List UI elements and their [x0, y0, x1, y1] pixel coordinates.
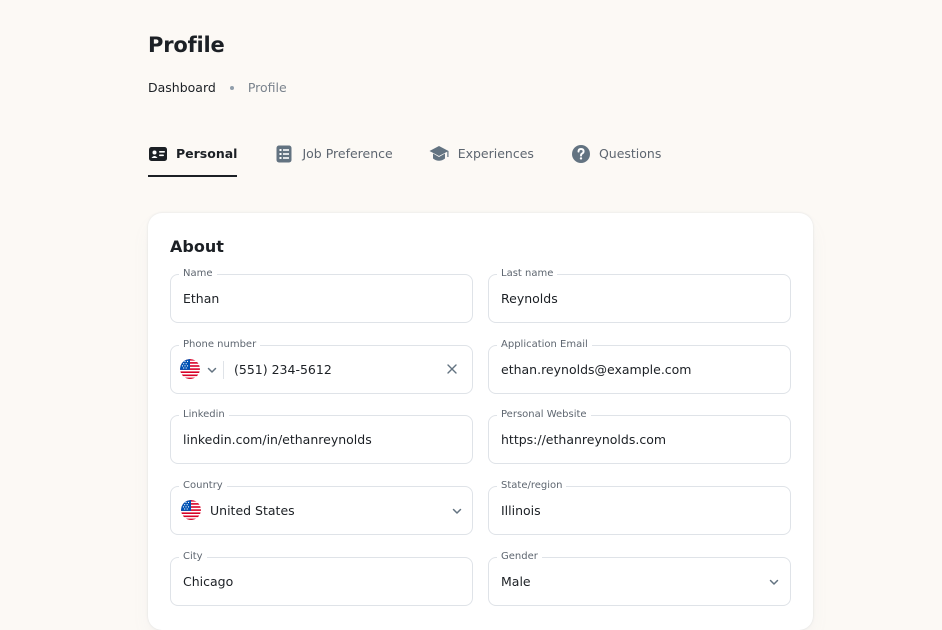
us-flag-icon	[180, 359, 200, 379]
personal-website-value: https://ethanreynolds.com	[501, 432, 667, 447]
country-label: Country	[179, 479, 227, 493]
application-email-value: ethan.reynolds@example.com	[501, 362, 692, 377]
tab-questions-label: Questions	[598, 146, 662, 161]
country-select[interactable]: Country United States	[170, 479, 473, 535]
application-email-label: Application Email	[497, 338, 592, 352]
state-region-field[interactable]: State/region Illinois	[488, 479, 791, 535]
phone-number-value: (551) 234-5612	[234, 362, 332, 377]
linkedin-value: linkedin.com/in/ethanreynolds	[183, 432, 372, 447]
city-label: City	[179, 550, 207, 564]
question-circle-icon	[571, 145, 590, 163]
graduation-cap-icon	[429, 146, 449, 161]
name-label: Name	[179, 267, 217, 281]
phone-country-select[interactable]	[171, 346, 221, 393]
tab-personal-label: Personal	[176, 146, 238, 161]
breadcrumb: Dashboard Profile	[148, 80, 287, 95]
tab-job-preference[interactable]: Job Preference	[274, 143, 393, 177]
breadcrumb-separator	[229, 85, 234, 90]
tab-experiences-label: Experiences	[457, 146, 534, 161]
phone-divider	[223, 361, 224, 379]
phone-number-field[interactable]: Phone number (551) 234-5612	[170, 338, 473, 394]
profile-page: Profile Dashboard Profile Personal Job P…	[0, 0, 942, 630]
tab-job-preference-label: Job Preference	[302, 146, 393, 161]
breadcrumb-current: Profile	[247, 80, 287, 95]
tab-questions[interactable]: Questions	[571, 143, 661, 177]
chevron-down-icon	[207, 367, 217, 373]
personal-website-field[interactable]: Personal Website https://ethanreynolds.c…	[488, 408, 791, 464]
last-name-label: Last name	[497, 267, 558, 281]
application-email-field[interactable]: Application Email ethan.reynolds@example…	[488, 338, 791, 394]
gender-select[interactable]: Gender Male	[488, 550, 791, 606]
list-icon	[276, 145, 292, 163]
tab-experiences[interactable]: Experiences	[428, 143, 534, 177]
last-name-field[interactable]: Last name Reynolds	[488, 267, 791, 323]
gender-value: Male	[501, 574, 531, 589]
state-region-label: State/region	[497, 479, 567, 493]
about-title: About	[170, 237, 224, 256]
profile-tabs: Personal Job Preference Experiences Ques…	[148, 143, 661, 177]
city-field[interactable]: City Chicago	[170, 550, 473, 606]
chevron-down-icon	[452, 508, 462, 514]
about-card: About Name Ethan Last name Reynolds Phon…	[148, 213, 813, 630]
country-value: United States	[210, 503, 295, 518]
gender-label: Gender	[497, 550, 542, 564]
city-value: Chicago	[183, 574, 234, 589]
id-card-icon	[149, 147, 167, 161]
clear-icon[interactable]	[446, 363, 458, 375]
personal-website-label: Personal Website	[497, 408, 591, 422]
linkedin-field[interactable]: Linkedin linkedin.com/in/ethanreynolds	[170, 408, 473, 464]
chevron-down-icon	[769, 579, 779, 585]
linkedin-label: Linkedin	[179, 408, 229, 422]
last-name-value: Reynolds	[501, 291, 558, 306]
tab-personal[interactable]: Personal	[148, 143, 238, 177]
state-region-value: Illinois	[501, 503, 541, 518]
us-flag-icon	[181, 500, 201, 520]
name-field[interactable]: Name Ethan	[170, 267, 473, 323]
page-title: Profile	[148, 33, 225, 57]
breadcrumb-dashboard-link[interactable]: Dashboard	[148, 80, 216, 95]
name-value: Ethan	[183, 291, 220, 306]
